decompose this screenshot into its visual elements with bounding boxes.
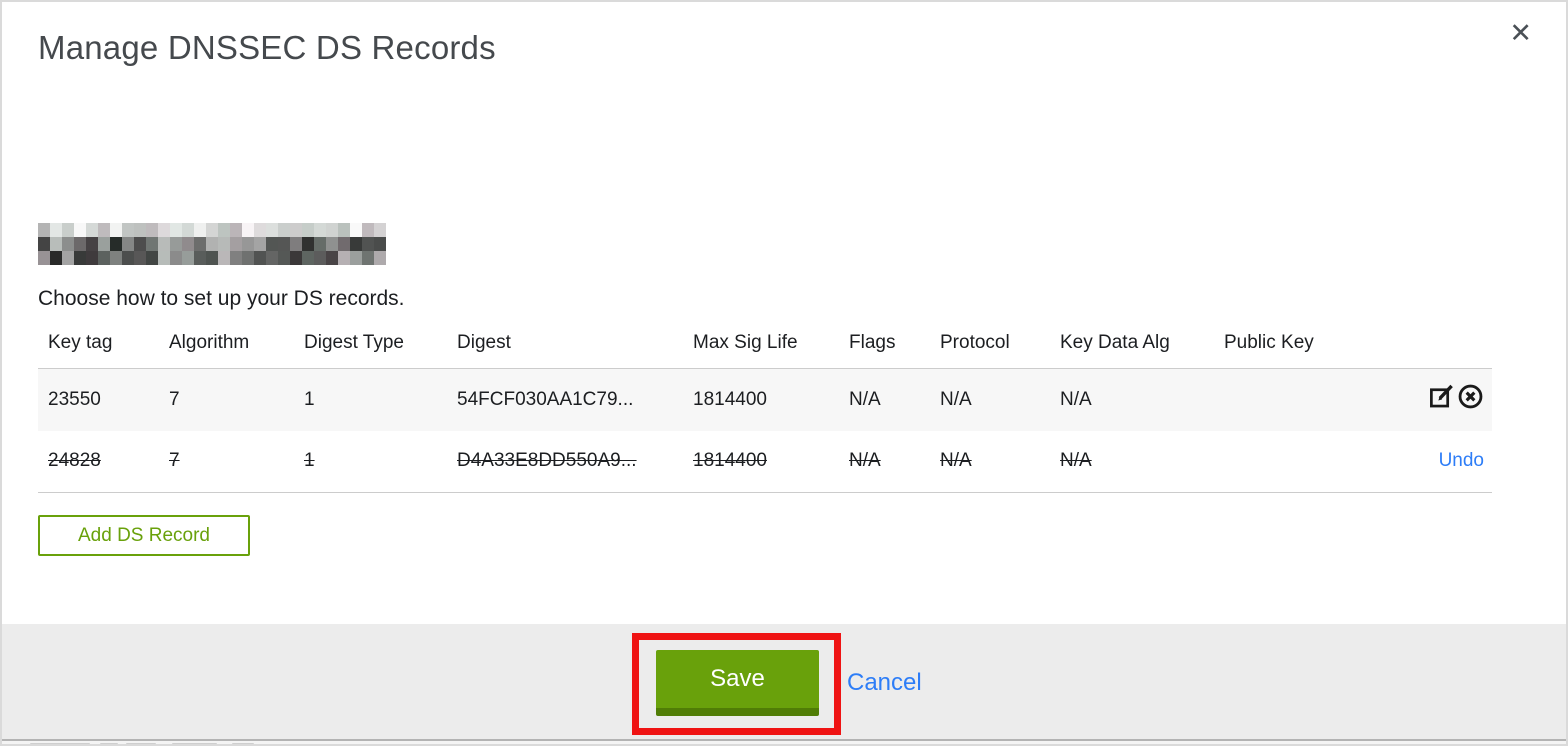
cell-key-tag: 23550 [48,388,101,410]
domain-name-redacted [38,223,386,265]
modal-footer: Save Cancel [2,624,1566,741]
cancel-link[interactable]: Cancel [847,669,922,697]
cell-key-data-alg: N/A [1060,450,1092,472]
cell-protocol: N/A [940,450,972,472]
col-header-protocol: Protocol [930,332,1050,369]
edit-icon[interactable] [1428,383,1455,410]
cell-max-sig-life: 1814400 [693,388,767,410]
col-header-key-data-alg: Key Data Alg [1050,332,1214,369]
cell-algorithm: 7 [169,450,180,472]
cell-protocol: N/A [940,388,972,410]
cell-flags: N/A [849,388,881,410]
delete-circle-x-icon[interactable] [1457,383,1484,410]
col-header-max-sig-life: Max Sig Life [683,332,839,369]
ds-records-table: Key tag Algorithm Digest Type Digest Max… [38,332,1492,493]
subtitle-text: Choose how to set up your DS records. [38,287,405,310]
background-page-edge [2,741,1566,744]
cell-max-sig-life: 1814400 [693,450,767,472]
close-icon[interactable]: ✕ [1509,20,1532,47]
col-header-algorithm: Algorithm [159,332,294,369]
modal-title: Manage DNSSEC DS Records [38,29,496,66]
cell-flags: N/A [849,450,881,472]
col-header-digest: Digest [447,332,683,369]
cell-digest-type: 1 [304,388,315,410]
cell-algorithm: 7 [169,388,180,410]
cell-digest: D4A33E8DD550A9... [457,450,637,472]
add-ds-record-button[interactable]: Add DS Record [38,515,250,556]
col-header-flags: Flags [839,332,930,369]
table-row-deleted: 24828 7 1 D4A33E8DD550A9... 1814400 N/A … [38,430,1492,493]
col-header-key-tag: Key tag [38,332,159,369]
cell-digest-type: 1 [304,450,315,472]
undo-link[interactable]: Undo [1439,450,1484,471]
cell-key-data-alg: N/A [1060,388,1092,410]
cell-digest: 54FCF030AA1C79... [457,388,634,410]
dnssec-ds-records-modal: Manage DNSSEC DS Records ✕ Choose how to… [0,0,1568,746]
col-header-digest-type: Digest Type [294,332,447,369]
col-header-public-key: Public Key [1214,332,1354,369]
cell-key-tag: 24828 [48,450,101,472]
table-header-row: Key tag Algorithm Digest Type Digest Max… [38,332,1492,369]
col-header-actions [1354,332,1492,369]
table-row: 23550 7 1 54FCF030AA1C79... 1814400 N/A … [38,368,1492,431]
save-button[interactable]: Save [656,650,819,716]
